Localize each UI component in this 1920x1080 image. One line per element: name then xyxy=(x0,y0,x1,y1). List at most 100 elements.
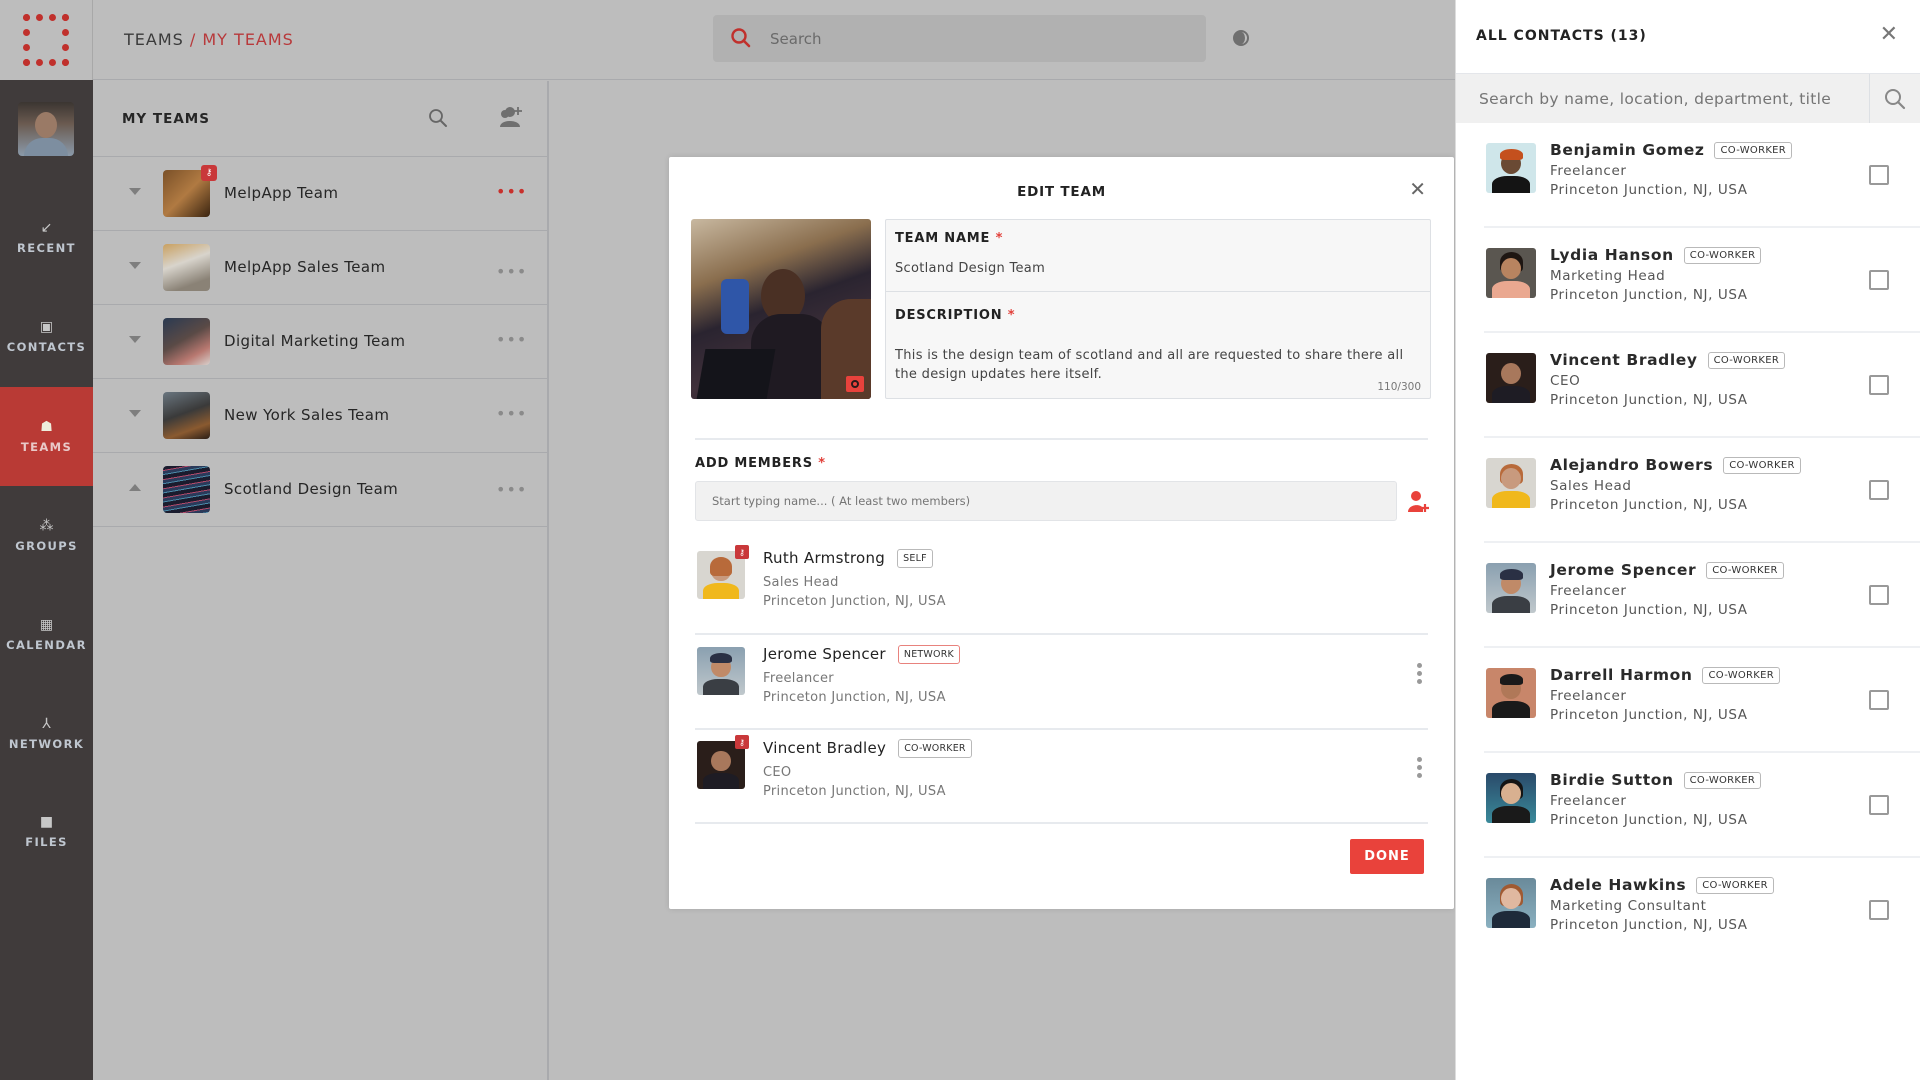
member-row: ⚷ Vincent Bradley CO-WORKER CEO Princeton… xyxy=(695,723,1428,817)
contact-item[interactable]: Jerome Spencer CO-WORKER Freelancer Princ… xyxy=(1484,543,1920,648)
user-avatar[interactable] xyxy=(18,102,74,156)
contact-name: Alejandro Bowers CO-WORKER xyxy=(1550,456,1801,474)
divider xyxy=(695,438,1428,440)
member-location: Princeton Junction, NJ, USA xyxy=(763,690,946,705)
contact-item[interactable]: Adele Hawkins CO-WORKER Marketing Consult… xyxy=(1484,858,1920,963)
admin-key-icon: ⚷ xyxy=(735,545,749,559)
team-row[interactable]: New York Sales Team ••• xyxy=(93,379,547,453)
more-options-icon[interactable]: ••• xyxy=(496,184,527,200)
breadcrumb-root[interactable]: TEAMS xyxy=(124,30,184,49)
contacts-list: Benjamin Gomez CO-WORKER Freelancer Princ… xyxy=(1456,123,1920,963)
global-search-placeholder: Search xyxy=(770,30,822,48)
nav-item-groups[interactable]: ⁂ GROUPS xyxy=(0,486,93,585)
contact-role: Marketing Head xyxy=(1550,268,1666,284)
contact-item[interactable]: Darrell Harmon CO-WORKER Freelancer Princ… xyxy=(1484,648,1920,753)
contact-book-icon: ▣ xyxy=(39,318,54,335)
contact-checkbox[interactable] xyxy=(1869,480,1889,500)
team-row[interactable]: Scotland Design Team ••• xyxy=(93,453,547,527)
contact-location: Princeton Junction, NJ, USA xyxy=(1550,707,1748,723)
nav-item-files[interactable]: ■ FILES xyxy=(0,782,93,881)
contact-checkbox[interactable] xyxy=(1869,900,1889,920)
member-name: Jerome Spencer NETWORK xyxy=(763,645,960,664)
contact-checkbox[interactable] xyxy=(1869,270,1889,290)
camera-icon[interactable] xyxy=(846,376,864,392)
teams-panel-title: MY TEAMS xyxy=(122,111,210,127)
contact-tag: CO-WORKER xyxy=(1714,142,1793,159)
contact-name: Benjamin Gomez CO-WORKER xyxy=(1550,141,1793,159)
add-team-icon[interactable] xyxy=(497,105,525,129)
close-icon[interactable]: ✕ xyxy=(1409,179,1426,199)
search-icon[interactable] xyxy=(1883,87,1907,111)
expand-caret-icon[interactable] xyxy=(129,336,141,343)
nav-item-contacts[interactable]: ▣ CONTACTS xyxy=(0,287,93,386)
more-options-icon[interactable]: ••• xyxy=(496,264,527,280)
description-field[interactable]: DESCRIPTION * This is the design team of… xyxy=(886,292,1430,399)
contact-item[interactable]: Vincent Bradley CO-WORKER CEO Princeton J… xyxy=(1484,333,1920,438)
nav-item-network[interactable]: ⅄ NETWORK xyxy=(0,684,93,783)
member-role: Freelancer xyxy=(763,671,834,686)
team-thumbnail xyxy=(163,392,210,439)
add-members-input[interactable] xyxy=(695,481,1397,521)
contact-item[interactable]: Lydia Hanson CO-WORKER Marketing Head Pri… xyxy=(1484,228,1920,333)
team-name-field[interactable]: TEAM NAME * Scotland Design Team xyxy=(886,220,1430,292)
app-logo-icon xyxy=(23,14,69,66)
contact-avatar xyxy=(1486,563,1536,613)
nav-item-teams[interactable]: ☗ TEAMS xyxy=(0,387,93,486)
contact-name: Vincent Bradley CO-WORKER xyxy=(1550,351,1786,369)
contact-item[interactable]: Benjamin Gomez CO-WORKER Freelancer Princ… xyxy=(1484,123,1920,228)
avatar-face xyxy=(35,112,57,138)
contact-item[interactable]: Alejandro Bowers CO-WORKER Sales Head Pri… xyxy=(1484,438,1920,543)
done-button[interactable]: DONE xyxy=(1350,839,1424,874)
global-search[interactable]: Search xyxy=(713,15,1206,62)
theme-toggle-icon[interactable] xyxy=(1231,28,1251,48)
member-menu-icon[interactable] xyxy=(1417,757,1423,778)
logo-area[interactable] xyxy=(0,0,93,80)
more-options-icon[interactable]: ••• xyxy=(496,482,527,498)
member-location: Princeton Junction, NJ, USA xyxy=(763,784,946,799)
team-row[interactable]: Digital Marketing Team ••• xyxy=(93,305,547,379)
contact-checkbox[interactable] xyxy=(1869,585,1889,605)
contacts-search xyxy=(1456,73,1920,123)
expand-caret-icon[interactable] xyxy=(129,262,141,269)
team-row[interactable]: ⚷ MelpApp Team ••• xyxy=(93,157,547,231)
contact-avatar xyxy=(1486,353,1536,403)
search-icon[interactable] xyxy=(427,107,449,129)
description-input[interactable]: This is the design team of scotland and … xyxy=(895,346,1416,384)
more-options-icon[interactable]: ••• xyxy=(496,406,527,422)
close-icon[interactable]: ✕ xyxy=(1880,24,1898,46)
nav-item-calendar[interactable]: ▦ CALENDAR xyxy=(0,585,93,684)
contact-avatar xyxy=(1486,878,1536,928)
calendar-icon: ▦ xyxy=(39,616,54,633)
member-row: Jerome Spencer NETWORK Freelancer Princet… xyxy=(695,629,1428,723)
contact-tag: CO-WORKER xyxy=(1696,877,1774,894)
collapse-caret-icon[interactable] xyxy=(129,484,141,491)
divider xyxy=(695,822,1428,824)
nav-item-recent[interactable]: ↙ RECENT xyxy=(0,188,93,287)
teams-panel-header: MY TEAMS xyxy=(93,81,547,157)
contact-tag: CO-WORKER xyxy=(1706,562,1784,579)
network-icon: ⅄ xyxy=(42,715,51,732)
contact-item[interactable]: Birdie Sutton CO-WORKER Freelancer Prince… xyxy=(1484,753,1920,858)
folder-icon: ■ xyxy=(39,813,54,830)
contact-checkbox[interactable] xyxy=(1869,690,1889,710)
expand-caret-icon[interactable] xyxy=(129,410,141,417)
member-menu-icon[interactable] xyxy=(1417,663,1423,684)
nav-item-label: TEAMS xyxy=(20,439,73,454)
contact-avatar xyxy=(1486,143,1536,193)
contact-location: Princeton Junction, NJ, USA xyxy=(1550,602,1748,618)
add-person-icon[interactable] xyxy=(1406,490,1430,514)
contacts-search-input[interactable] xyxy=(1456,74,1870,123)
team-name-input[interactable]: Scotland Design Team xyxy=(895,261,1045,276)
expand-caret-icon[interactable] xyxy=(129,188,141,195)
nav-item-label: CALENDAR xyxy=(6,637,87,652)
breadcrumb-current: MY TEAMS xyxy=(202,30,294,49)
contact-location: Princeton Junction, NJ, USA xyxy=(1550,392,1748,408)
contact-checkbox[interactable] xyxy=(1869,165,1889,185)
team-name: Digital Marketing Team xyxy=(224,332,406,350)
member-tag: SELF xyxy=(897,549,933,568)
more-options-icon[interactable]: ••• xyxy=(496,332,527,348)
contact-checkbox[interactable] xyxy=(1869,375,1889,395)
contact-checkbox[interactable] xyxy=(1869,795,1889,815)
contact-avatar xyxy=(1486,458,1536,508)
team-row[interactable]: MelpApp Sales Team ••• xyxy=(93,231,547,305)
